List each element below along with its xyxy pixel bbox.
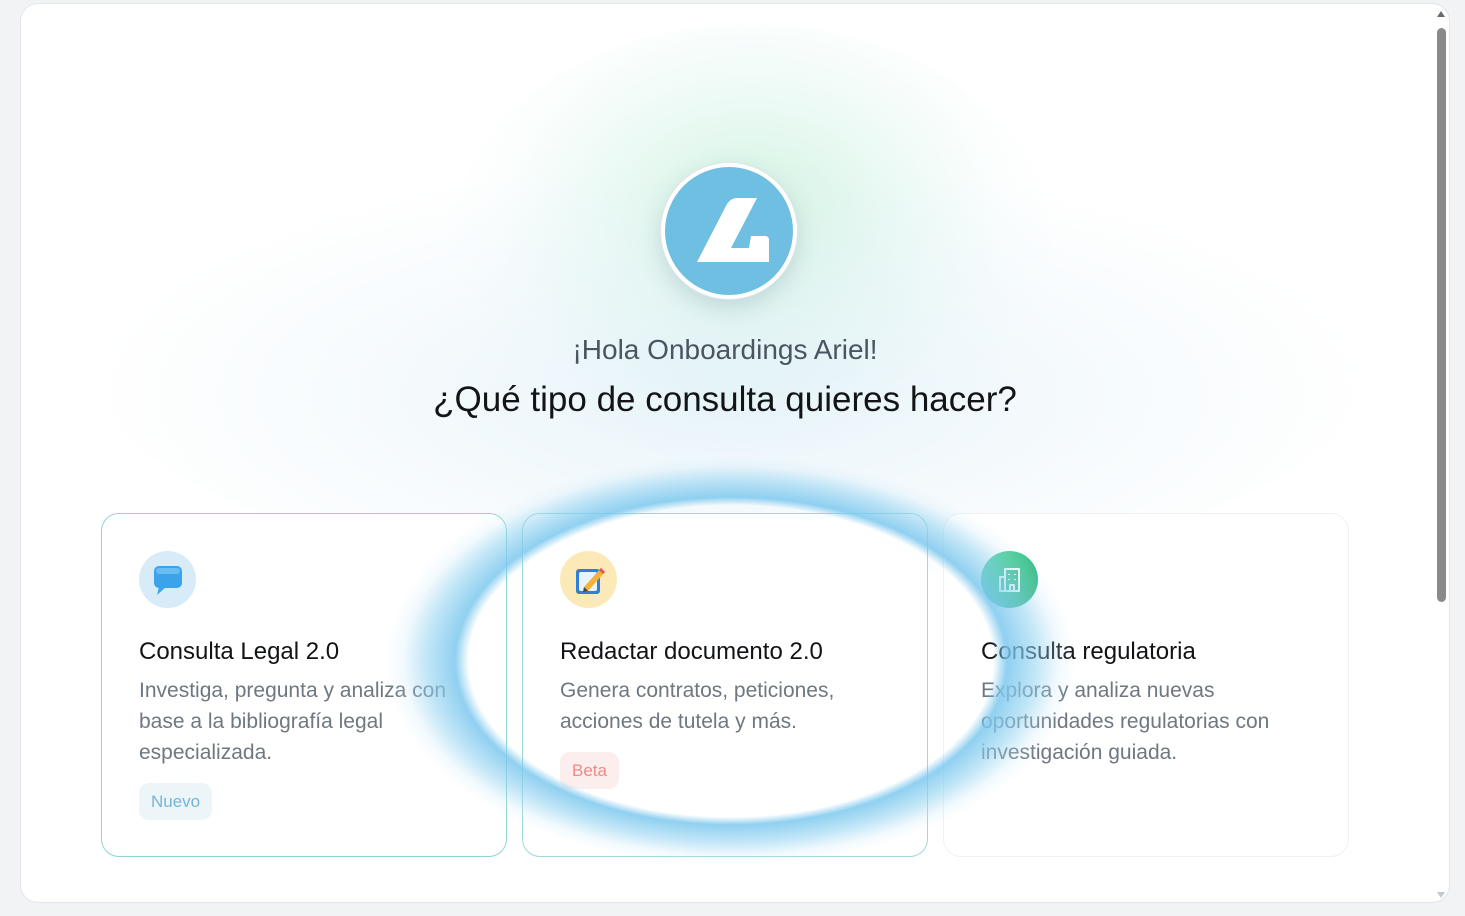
scrollbar-thumb[interactable] — [1437, 28, 1446, 602]
brand-logo — [661, 163, 797, 299]
scroll-down-arrow-icon[interactable] — [1437, 892, 1445, 898]
memo-pencil-icon — [560, 551, 617, 608]
brand-logo-icon — [697, 198, 769, 262]
vertical-scrollbar[interactable] — [1434, 6, 1448, 900]
card-consulta-regulatoria[interactable]: Consulta regulatoria Explora y analiza n… — [943, 513, 1349, 857]
card-description: Explora y analiza nuevas oportunidades r… — [981, 679, 1270, 764]
card-description: Genera contratos, peticiones, acciones d… — [560, 679, 835, 733]
card-title: Redactar documento 2.0 — [560, 638, 823, 665]
new-badge: Nuevo — [139, 783, 213, 820]
greeting-text: ¡Hola Onboardings Ariel! — [572, 334, 878, 365]
card-title: Consulta regulatoria — [981, 638, 1196, 665]
card-title: Consulta Legal 2.0 — [139, 638, 340, 665]
card-consulta-legal[interactable]: Consulta Legal 2.0 Investiga, pregunta y… — [101, 513, 507, 857]
card-description: Investiga, pregunta y analiza con base a… — [139, 679, 447, 764]
scroll-up-arrow-icon[interactable] — [1437, 11, 1445, 17]
page-title: ¿Qué tipo de consulta quieres hacer? — [433, 380, 1017, 419]
beta-badge: Beta — [560, 752, 619, 789]
main-panel: ¡Hola Onboardings Ariel! ¿Qué tipo de co… — [20, 3, 1450, 903]
speech-bubble-icon — [139, 551, 196, 608]
building-icon — [981, 551, 1038, 608]
card-redactar-documento[interactable]: Redactar documento 2.0 Genera contratos,… — [522, 513, 928, 857]
